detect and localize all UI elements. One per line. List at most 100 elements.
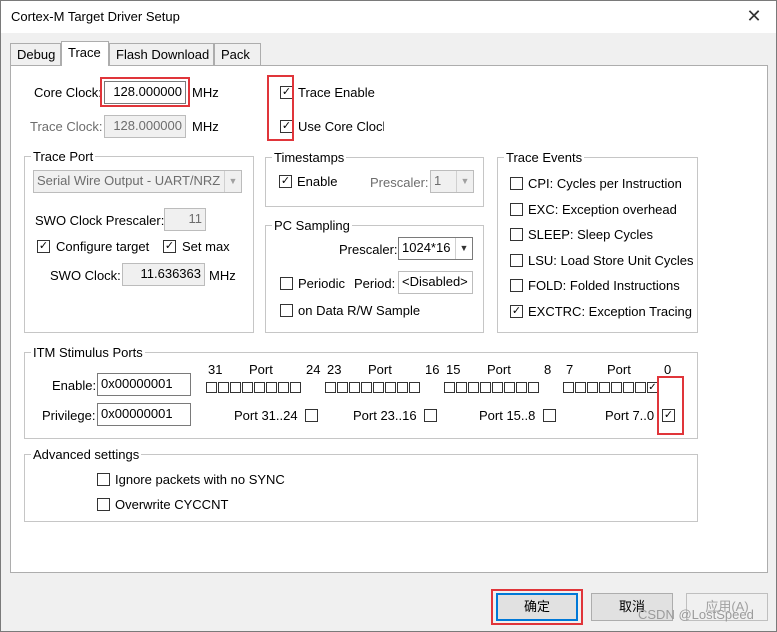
port-heading-b: Port [368,362,392,377]
port-16-enable-checkbox[interactable] [409,382,420,393]
priv-group-15-8-label: Port 15..8 [479,408,536,423]
tab-flash-download-label: Flash Download [116,47,210,62]
port-heading-d: Port [607,362,631,377]
core-clock-highlight [100,77,190,107]
port-heading-a: Port [249,362,273,377]
swo-prescaler-input[interactable]: 11 [164,208,206,231]
port-12-enable-checkbox[interactable] [480,382,491,393]
port-bit-8: 8 [544,362,552,377]
port-22-enable-checkbox[interactable] [337,382,348,393]
trace-clock-label: Trace Clock: [30,119,103,134]
tab-pack[interactable]: Pack [214,43,261,65]
timestamps-enable-checkbox[interactable]: ✓ [279,175,292,188]
set-max-label: Set max [182,239,230,254]
port-13-enable-checkbox[interactable] [468,382,479,393]
core-clock-label: Core Clock: [34,85,102,100]
port-30-enable-checkbox[interactable] [218,382,229,393]
port-5-enable-checkbox[interactable] [587,382,598,393]
port-17-enable-checkbox[interactable] [397,382,408,393]
itm-privilege-input[interactable]: 0x00000001 [97,403,191,426]
ignore-sync-checkbox[interactable] [97,473,110,486]
port-6-enable-checkbox[interactable] [575,382,586,393]
periodic-checkbox[interactable] [280,277,293,290]
port-25-enable-checkbox[interactable] [278,382,289,393]
watermark: CSDN @LostSpeed [638,607,754,622]
trace-enable-label: Trace Enable [298,85,375,100]
tab-trace[interactable]: Trace [61,41,109,66]
port-28-enable-checkbox[interactable] [242,382,253,393]
itm-privilege-label: Privilege: [42,408,96,423]
port-14-enable-checkbox[interactable] [456,382,467,393]
trace-events-title: Trace Events [504,150,585,165]
port-4-enable-checkbox[interactable] [599,382,610,393]
sleep-checkbox[interactable] [510,228,523,241]
port-19-enable-checkbox[interactable] [373,382,384,393]
port-21-enable-checkbox[interactable] [349,382,360,393]
advanced-title: Advanced settings [31,447,142,462]
pc-sampling-prescaler-label: Prescaler: [339,242,398,257]
window-title: Cortex-M Target Driver Setup [11,9,180,24]
tab-debug-label: Debug [17,47,56,62]
port-10-enable-checkbox[interactable] [504,382,515,393]
port-bit-16: 16 [425,362,440,377]
priv-group-15-8-checkbox[interactable] [543,409,556,422]
port-18-enable-checkbox[interactable] [385,382,396,393]
itm-enable-input[interactable]: 0x00000001 [97,373,191,396]
data-rw-sample-checkbox[interactable] [280,304,293,317]
overwrite-cyccnt-checkbox[interactable] [97,498,110,511]
port-27-enable-checkbox[interactable] [254,382,265,393]
cpi-label: CPI: Cycles per Instruction [528,176,682,191]
fold-checkbox[interactable] [510,279,523,292]
port-bit-15: 15 [446,362,461,377]
port-3-enable-checkbox[interactable] [611,382,622,393]
port-7-enable-checkbox[interactable] [563,382,574,393]
dialog-window: Cortex-M Target Driver Setup ✕ Debug Tra… [0,0,777,632]
configure-target-checkbox[interactable]: ✓ [37,240,50,253]
priv-group-23-16-label: Port 23..16 [353,408,417,423]
trace-port-mode-select[interactable]: Serial Wire Output - UART/NRZ ▼ [33,170,242,193]
priv-group-31-24-label: Port 31..24 [234,408,298,423]
port-23-enable-checkbox[interactable] [325,382,336,393]
tab-flash-download[interactable]: Flash Download [109,43,214,65]
port-26-enable-checkbox[interactable] [266,382,277,393]
timestamps-title: Timestamps [272,150,347,165]
port-heading-c: Port [487,362,511,377]
sleep-label: SLEEP: Sleep Cycles [528,227,654,242]
pc-sampling-prescaler-select[interactable]: 1024*16 ▼ [398,237,473,260]
port-11-enable-checkbox[interactable] [492,382,503,393]
core-clock-unit: MHz [192,85,219,100]
priv-group-23-16-checkbox[interactable] [424,409,437,422]
set-max-checkbox[interactable]: ✓ [163,240,176,253]
exctrc-checkbox[interactable]: ✓ [510,305,523,318]
configure-target-label: Configure target [56,239,150,254]
port-31-enable-checkbox[interactable] [206,382,217,393]
trace-checkbox-highlight [267,75,294,141]
port-1-enable-checkbox[interactable] [635,382,646,393]
tab-debug[interactable]: Debug [10,43,61,65]
overwrite-cyccnt-label: Overwrite CYCCNT [115,497,229,512]
timestamps-prescaler-select[interactable]: 1 ▼ [430,170,474,193]
trace-clock-input[interactable]: 128.000000 [104,115,186,138]
ignore-sync-label: Ignore packets with no SYNC [115,472,285,487]
port-24-enable-checkbox[interactable] [290,382,301,393]
itm-enable-label: Enable: [52,378,97,393]
fold-label: FOLD: Folded Instructions [528,278,680,293]
priv-group-7-0-label: Port 7..0 [605,408,655,423]
chevron-down-icon: ▼ [455,238,472,259]
port-2-enable-checkbox[interactable] [623,382,634,393]
swo-clock-unit: MHz [209,268,236,283]
port-29-enable-checkbox[interactable] [230,382,241,393]
priv-group-31-24-checkbox[interactable] [305,409,318,422]
port-8-enable-checkbox[interactable] [528,382,539,393]
cpi-checkbox[interactable] [510,177,523,190]
ok-button-highlight [491,589,583,625]
port-9-enable-checkbox[interactable] [516,382,527,393]
port-15-enable-checkbox[interactable] [444,382,455,393]
close-icon[interactable]: ✕ [732,1,776,32]
port-0-highlight [657,376,684,435]
period-label: Period: [354,276,396,291]
lsu-checkbox[interactable] [510,254,523,267]
port-20-enable-checkbox[interactable] [361,382,372,393]
periodic-label: Periodic [298,276,345,291]
exc-checkbox[interactable] [510,203,523,216]
